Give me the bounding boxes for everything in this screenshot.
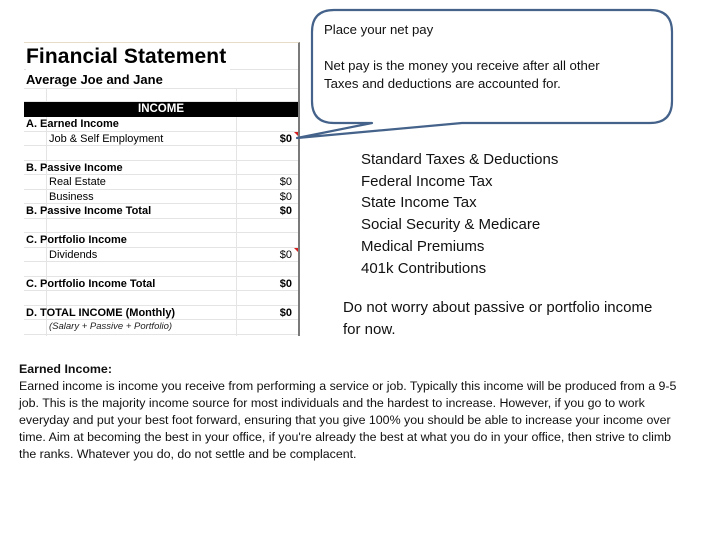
row-label: Dividends xyxy=(49,248,98,261)
callout-line-2: Net pay is the money you receive after a… xyxy=(324,58,600,73)
deduction-item: Medical Premiums xyxy=(361,237,485,255)
blank-row xyxy=(24,89,298,102)
financial-statement-sheet: Financial Statement Average Joe and Jane… xyxy=(24,42,300,336)
row-value[interactable]: $0 xyxy=(280,132,292,146)
sheet-title: Financial Statement xyxy=(26,44,231,70)
deduction-item: Standard Taxes & Deductions xyxy=(361,151,559,168)
table-row: Business $0 xyxy=(24,190,298,204)
comment-indicator-icon[interactable] xyxy=(294,247,298,252)
subtitle-row: Average Joe and Jane xyxy=(24,70,298,89)
table-row xyxy=(24,146,298,161)
table-row: Job & Self Employment $0 xyxy=(24,131,298,146)
row-label: C. Portfolio Income Total xyxy=(26,277,156,290)
table-row: Real Estate $0 xyxy=(24,175,298,190)
table-row: (Salary + Passive + Portfolio) xyxy=(24,320,298,335)
sheet-subtitle: Average Joe and Jane xyxy=(26,71,167,88)
row-label: C. Portfolio Income xyxy=(26,234,127,246)
row-value[interactable]: $0 xyxy=(280,306,292,320)
title-row: Financial Statement xyxy=(24,43,298,70)
earned-income-heading: Earned Income: xyxy=(19,362,112,376)
table-row: D. TOTAL INCOME (Monthly) $0 xyxy=(24,306,298,320)
row-value[interactable]: $0 xyxy=(280,248,292,262)
earned-income-section: Earned Income: Earned income is income y… xyxy=(19,361,689,464)
row-label: D. TOTAL INCOME (Monthly) xyxy=(26,306,176,319)
row-label: B. Passive Income Total xyxy=(26,205,152,217)
row-label: Business xyxy=(49,190,94,203)
row-label: Job & Self Employment xyxy=(49,132,164,145)
row-label: (Salary + Passive + Portfolio) xyxy=(49,321,173,332)
table-row xyxy=(24,262,298,277)
table-row: C. Portfolio Income xyxy=(24,233,298,248)
row-value[interactable]: $0 xyxy=(280,190,292,204)
passive-portfolio-note: Do not worry about passive or portfolio … xyxy=(343,299,653,338)
row-label: B. Passive Income xyxy=(26,161,123,174)
table-row xyxy=(24,291,298,306)
deduction-item: Federal Income Tax xyxy=(361,172,493,190)
row-label: Real Estate xyxy=(49,176,106,188)
table-row: C. Portfolio Income Total $0 xyxy=(24,277,298,291)
row-value[interactable]: $0 xyxy=(280,175,292,189)
callout-line-1: Place your net pay xyxy=(324,22,434,37)
table-row: A. Earned Income xyxy=(24,117,298,132)
earned-income-body: Earned income is income you receive from… xyxy=(19,379,677,462)
deduction-item: Social Security & Medicare xyxy=(361,216,541,234)
comment-indicator-icon[interactable] xyxy=(294,131,298,136)
table-row: B. Passive Income Total $0 xyxy=(24,204,298,219)
table-row xyxy=(24,219,298,233)
row-label: A. Earned Income xyxy=(26,118,119,130)
callout-line-3: Taxes and deductions are accounted for. xyxy=(324,76,561,91)
callout-text: Place your net pay Net pay is the money … xyxy=(324,21,664,93)
table-row: B. Passive Income xyxy=(24,161,298,175)
row-value[interactable]: $0 xyxy=(280,204,292,218)
table-row: Dividends $0 xyxy=(24,247,298,262)
deductions-list: Standard Taxes & Deductions Federal Inco… xyxy=(361,149,558,279)
deduction-item: 401k Contributions xyxy=(361,259,487,277)
deduction-item: State Income Tax xyxy=(361,194,477,212)
row-value[interactable]: $0 xyxy=(280,277,292,291)
income-header: INCOME xyxy=(24,102,298,117)
